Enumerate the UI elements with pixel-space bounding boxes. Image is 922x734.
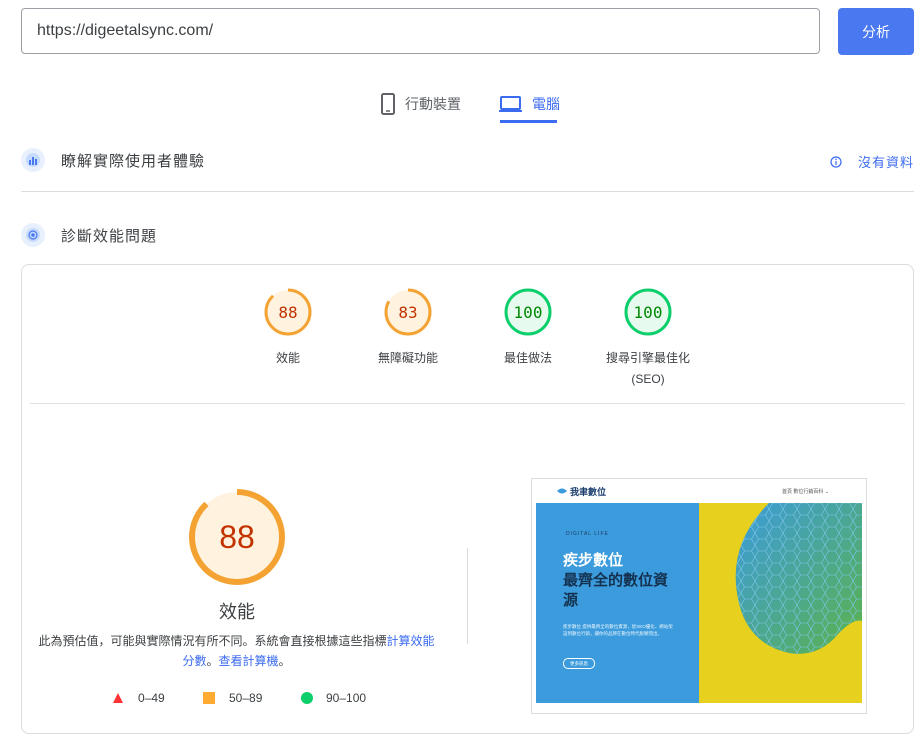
url-input[interactable] xyxy=(22,9,819,53)
square-icon xyxy=(203,692,215,704)
lab-icon xyxy=(21,223,45,247)
diagnostics-title: 診斷效能問題 xyxy=(61,227,158,245)
info-icon xyxy=(830,155,842,168)
screenshot-heading-line2: 最齊全的數位資 xyxy=(563,572,669,589)
screenshot-header: 我聿數位 首頁 數位行銷百科 ⌄ xyxy=(532,479,866,503)
legend-average: 50–89 xyxy=(203,691,262,705)
performance-description: 此為預估值，可能與實際情況有所不同。系統會直接根據這些指標計算效能分數。查看計算… xyxy=(33,631,440,671)
legend-fail-range: 0–49 xyxy=(138,691,165,705)
performance-label: 效能 xyxy=(219,602,255,622)
diagnostics-section: 診斷效能問題 xyxy=(21,223,914,247)
screenshot-body: 疾步數位 提供最齊全的數位資源，從SEO優化、網站架設到數位行銷，讓你的品牌在數… xyxy=(563,624,673,636)
score-label-line1: 搜尋引擎最佳化 xyxy=(605,351,690,365)
score-value: 88 xyxy=(278,302,298,322)
performance-score: 88 xyxy=(219,518,255,555)
score-value: 100 xyxy=(513,302,543,322)
legend-average-range: 50–89 xyxy=(229,691,263,705)
no-data-label: 沒有資料 xyxy=(857,155,914,170)
screenshot-kicker: DIGITAL LIFE xyxy=(566,531,609,537)
laptop-icon xyxy=(499,96,522,112)
device-tabs: 行動裝置 電腦 xyxy=(0,86,922,126)
smartphone-icon xyxy=(381,93,395,115)
legend-pass-range: 90–100 xyxy=(326,691,367,705)
screenshot-heading-line1: 疾步數位 xyxy=(563,552,624,569)
triangle-icon xyxy=(113,693,123,703)
hexagon-pattern-graphic xyxy=(735,503,862,654)
no-data-status: 沒有資料 xyxy=(830,152,914,171)
tab-mobile[interactable]: 行動裝置 xyxy=(380,86,461,122)
vertical-separator xyxy=(467,548,468,644)
score-value: 83 xyxy=(398,302,418,322)
legend-fail: 0–49 xyxy=(112,691,165,705)
description-text: 此為預估值，可能與實際情況有所不同。系統會直接根據這些指標 xyxy=(38,634,387,648)
active-tab-indicator xyxy=(500,120,557,123)
screenshot-hero: DIGITAL LIFE 疾步數位 最齊全的數位資 源 疾步數位 提供最齊全的數… xyxy=(536,503,699,703)
score-label-line2: (SEO) xyxy=(631,372,665,386)
tab-desktop-label: 電腦 xyxy=(532,96,560,112)
screenshot-heading: 疾步數位 最齊全的數位資 源 xyxy=(563,551,668,611)
url-bar[interactable] xyxy=(21,8,820,54)
legend-pass: 90–100 xyxy=(301,691,366,705)
real-user-section[interactable]: 瞭解實際使用者體驗 xyxy=(21,148,914,172)
description-sep: 。 xyxy=(206,654,219,668)
screenshot-nav: 首頁 數位行銷百科 ⌄ xyxy=(782,489,829,495)
section-divider xyxy=(21,191,914,192)
logo-icon xyxy=(557,488,567,494)
screenshot-hero-graphic xyxy=(699,503,862,703)
users-icon xyxy=(21,148,45,172)
real-user-title: 瞭解實際使用者體驗 xyxy=(61,152,206,170)
page-screenshot[interactable]: 我聿數位 首頁 數位行銷百科 ⌄ DIGITAL LIFE 疾步數位 最齊全的數… xyxy=(531,478,867,714)
screenshot-logo: 我聿數位 xyxy=(570,487,607,497)
score-value: 100 xyxy=(633,302,663,322)
score-label: 搜尋引擎最佳化 (SEO) xyxy=(573,348,723,390)
analyze-button[interactable]: 分析 xyxy=(838,8,914,55)
calculator-link[interactable]: 查看計算機 xyxy=(219,654,279,668)
circle-icon xyxy=(301,692,313,704)
tab-desktop[interactable]: 電腦 xyxy=(499,86,560,122)
description-suffix: 。 xyxy=(278,654,291,668)
screenshot-heading-line3: 源 xyxy=(563,592,579,609)
card-divider xyxy=(30,403,905,404)
tab-mobile-label: 行動裝置 xyxy=(405,96,461,112)
screenshot-button: 更多訊息 xyxy=(563,658,595,669)
